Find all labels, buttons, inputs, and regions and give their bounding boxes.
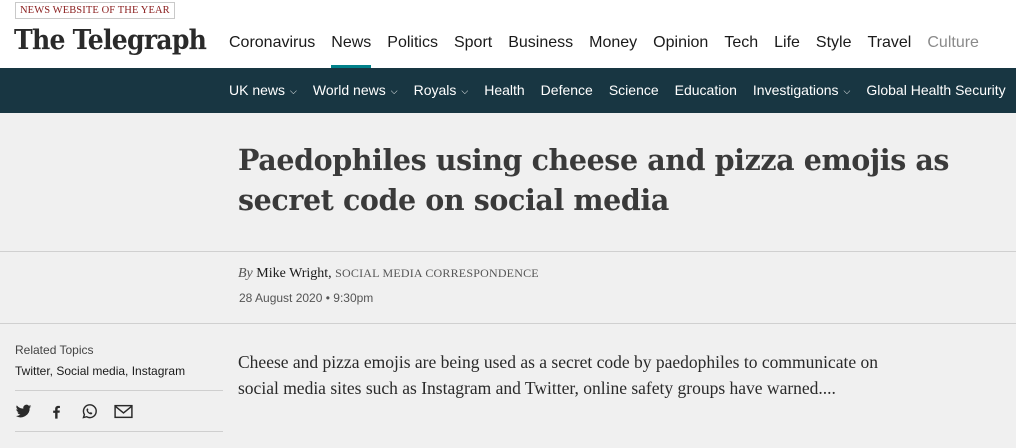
publish-date: 28 August 2020 • 9:30pm [239, 291, 374, 305]
email-icon[interactable] [114, 403, 133, 420]
nav-item-culture[interactable]: Culture [927, 28, 979, 68]
award-badge: NEWS WEBSITE OF THE YEAR [15, 2, 175, 19]
nav-item-travel[interactable]: Travel [868, 28, 912, 68]
nav-item-politics[interactable]: Politics [387, 28, 438, 68]
whatsapp-icon[interactable] [81, 403, 98, 420]
headline-section: Paedophiles using cheese and pizza emoji… [0, 113, 1016, 252]
subnav-item-defence[interactable]: Defence [541, 68, 593, 113]
section-nav-list: UK news ⌵ World news ⌵ Royals ⌵ Health Defe… [229, 68, 1016, 113]
twitter-icon[interactable] [15, 403, 32, 420]
article-body: Cheese and pizza emojis are being used a… [238, 352, 878, 398]
author-role: SOCIAL MEDIA CORRESPONDENCE [335, 266, 539, 280]
nav-item-sport[interactable]: Sport [454, 28, 492, 68]
subnav-label: Investigations [752, 82, 839, 98]
nav-item-opinion[interactable]: Opinion [653, 28, 708, 68]
subnav-label: UK news [229, 82, 286, 98]
subnav-item-investigations[interactable]: Investigations ⌵ [753, 68, 850, 113]
subnav-item-global-health-security[interactable]: Global Health Security [866, 68, 1005, 113]
nav-item-money[interactable]: Money [589, 28, 637, 68]
chevron-down-icon: ⌵ [390, 86, 398, 96]
byline-section: By Mike Wright, SOCIAL MEDIA CORRESPONDE… [0, 252, 1016, 324]
subnav-item-science[interactable]: Science [609, 68, 659, 113]
chevron-down-icon: ⌵ [461, 86, 469, 96]
related-topics-list[interactable]: Twitter, Social media, Instagram [15, 364, 185, 378]
nav-item-coronavirus[interactable]: Coronavirus [229, 28, 315, 68]
subnav-label: World news [312, 82, 386, 98]
nav-item-tech[interactable]: Tech [724, 28, 758, 68]
nav-item-style[interactable]: Style [816, 28, 852, 68]
section-nav: UK news ⌵ World news ⌵ Royals ⌵ Health Defe… [0, 68, 1016, 113]
telegraph-logo[interactable]: The Telegraph [14, 21, 207, 61]
primary-nav: Coronavirus News Politics Sport Business… [229, 28, 995, 68]
site-header: NEWS WEBSITE OF THE YEAR The Telegraph C… [0, 0, 1016, 68]
subnav-item-royals[interactable]: Royals ⌵ [414, 68, 469, 113]
subnav-item-health[interactable]: Health [484, 68, 524, 113]
subnav-item-uk-news[interactable]: UK news ⌵ [229, 68, 297, 113]
facebook-icon[interactable] [48, 403, 65, 420]
nav-item-news[interactable]: News [331, 28, 372, 68]
subnav-label: Royals [413, 82, 457, 98]
subnav-item-world-news[interactable]: World news ⌵ [313, 68, 398, 113]
byline-prefix: By [238, 266, 253, 281]
nav-item-life[interactable]: Life [774, 28, 800, 68]
author-link[interactable]: Mike Wright, [256, 266, 331, 281]
nav-item-business[interactable]: Business [508, 28, 573, 68]
article-headline: Paedophiles using cheese and pizza emoji… [238, 143, 950, 217]
chevron-down-icon: ⌵ [290, 86, 297, 96]
byline: By Mike Wright, SOCIAL MEDIA CORRESPONDE… [238, 266, 539, 282]
related-topics-title: Related Topics [15, 343, 94, 357]
share-bar [15, 390, 223, 432]
subnav-item-education[interactable]: Education [675, 68, 737, 113]
chevron-down-icon: ⌵ [843, 86, 851, 96]
